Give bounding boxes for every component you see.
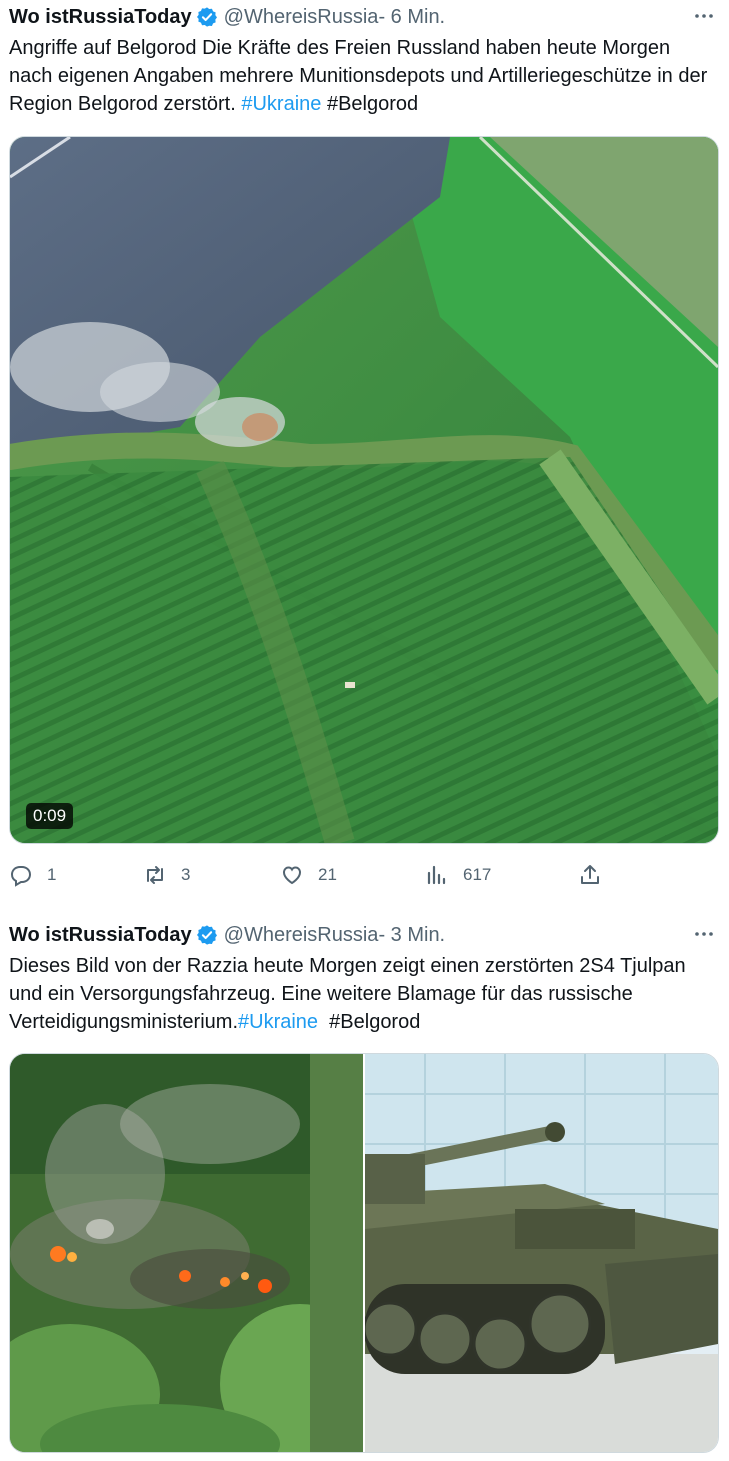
views-button[interactable]: 617 <box>425 860 491 890</box>
views-icon <box>427 865 446 885</box>
author-handle[interactable]: @WhereisRussia <box>224 924 379 947</box>
tweet-time[interactable]: - 6 Min. <box>378 6 445 29</box>
tweet-text: Dieses Bild von der Razzia heute Morgen … <box>9 952 719 1036</box>
more-dots-icon[interactable] <box>693 6 715 26</box>
hashtag-belgorod: #Belgorod <box>318 1011 421 1033</box>
author-handle[interactable]: @WhereisRussia <box>224 6 379 29</box>
verified-badge-icon <box>196 925 217 945</box>
hashtag-belgorod: #Belgorod <box>321 93 419 115</box>
retweet-icon <box>147 866 163 884</box>
tweet-header: Wo istRussiaToday @WhereisRussia - 3 Min… <box>9 922 445 948</box>
tweet-time[interactable]: - 3 Min. <box>378 924 445 947</box>
reply-icon <box>10 866 32 887</box>
hashtag-ukraine[interactable]: #Ukraine <box>241 93 321 115</box>
reply-button[interactable]: 1 <box>9 860 56 890</box>
reply-count: 1 <box>47 865 57 884</box>
views-count: 617 <box>463 865 492 884</box>
image-gallery <box>9 1053 719 1453</box>
verified-badge-icon <box>196 7 217 27</box>
video-player[interactable]: 0:09 <box>9 136 719 844</box>
tweet-text: Angriffe auf Belgorod Die Kräfte des Fre… <box>9 34 719 118</box>
more-dots-icon[interactable] <box>693 924 715 944</box>
retweet-button[interactable]: 3 <box>143 860 190 890</box>
share-icon <box>581 865 599 884</box>
image-2s4-tjulpan[interactable] <box>365 1054 718 1452</box>
author-name[interactable]: Wo istRussiaToday <box>9 924 192 947</box>
retweet-count: 3 <box>181 865 191 884</box>
tweet-actions: 1 3 21 617 <box>0 860 729 890</box>
like-count: 21 <box>318 865 337 884</box>
hashtag-ukraine[interactable]: #Ukraine <box>238 1011 318 1033</box>
like-button[interactable]: 21 <box>280 860 337 890</box>
share-button[interactable] <box>578 860 616 890</box>
heart-icon <box>282 866 302 885</box>
video-frame <box>10 137 718 843</box>
author-name[interactable]: Wo istRussiaToday <box>9 6 192 29</box>
tweet-header: Wo istRussiaToday @WhereisRussia - 6 Min… <box>9 4 445 30</box>
video-duration: 0:09 <box>26 803 74 829</box>
image-aerial-strike[interactable] <box>10 1054 363 1452</box>
